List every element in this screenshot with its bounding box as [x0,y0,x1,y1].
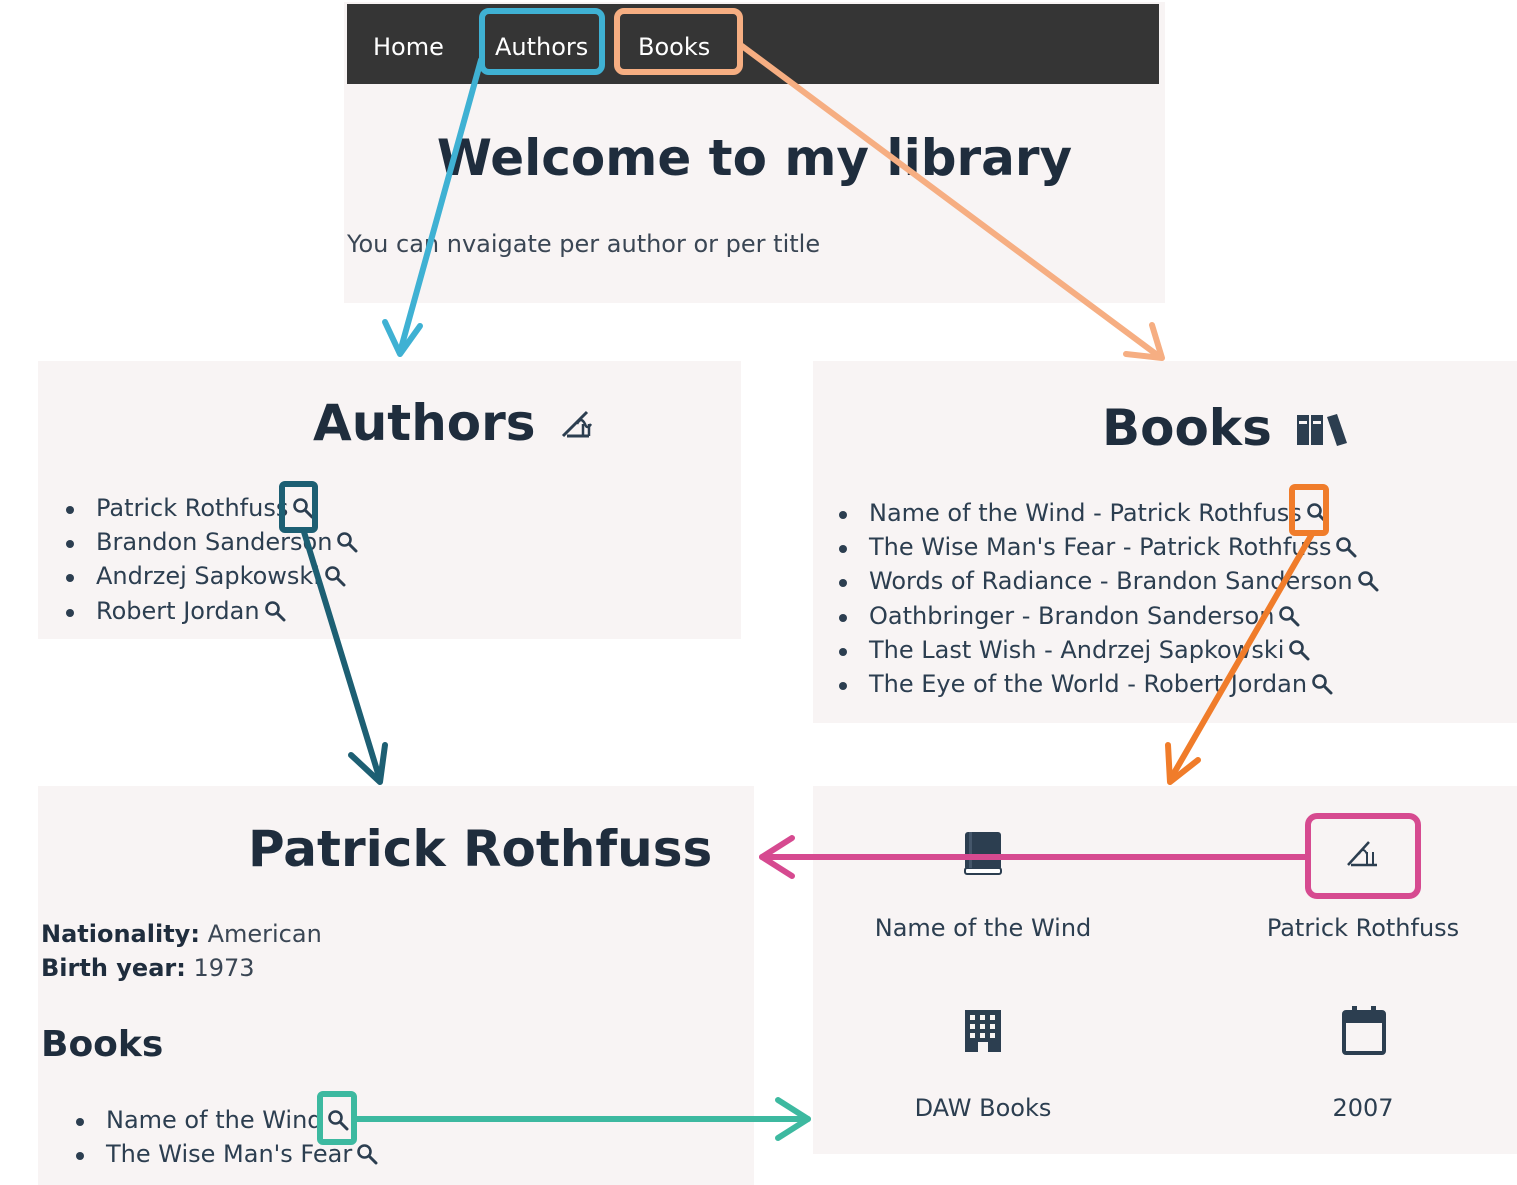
book-list-item: Words of Radiance - Brandon Sanderson [839,564,1379,598]
page-title: Welcome to my library [436,129,1073,187]
search-icon[interactable] [1311,670,1333,695]
book-icon [964,832,1002,875]
author-link-highlight [1305,813,1421,899]
book-list-item-label: Name of the Wind - Patrick Rothfuss [869,499,1302,527]
book-list-item-label: The Last Wish - Andrzej Sapkowski [869,635,1285,664]
book-year-label: 2007 [1332,1094,1394,1122]
arrow-to-book-detail-head [1165,742,1201,785]
navbar: Home Authors Books [347,4,1159,84]
author-detail-page: Patrick Rothfuss Nationality: American B… [38,786,754,1185]
home-page: Home Authors Books Welcome to my library… [344,2,1165,303]
nationality-row: Nationality: American [41,920,322,948]
arrow-author-to-book-head [775,1097,811,1141]
search-icon[interactable] [324,562,346,587]
arrow-to-author-detail-head [348,742,388,785]
author-list-item: Patrick Rothfuss [65,491,358,525]
book-title-label: Name of the Wind [874,914,1092,942]
books-icon [1297,414,1348,446]
author-list-item-label: Patrick Rothfuss [96,494,289,522]
search-icon[interactable] [1278,602,1300,627]
author-books-heading: Books [41,1024,164,1065]
search-icon[interactable] [1335,533,1357,558]
author-signature-icon [561,410,593,438]
book-publisher-label: DAW Books [914,1094,1052,1122]
nationality-label: Nationality: [41,920,200,948]
book-list-item-label: Oathbringer - Brandon Sanderson [869,601,1275,630]
search-icon[interactable] [264,597,286,622]
authors-nav-highlight [479,8,605,75]
book-search-highlight [1289,484,1329,536]
author-list-item: Robert Jordan [65,594,358,628]
author-list-item-label: Andrzej Sapkowski [96,562,320,591]
book-list-item: The Eye of the World - Robert Jordan [839,667,1379,701]
authors-title-text: Authors [313,394,536,452]
author-search-highlight [279,481,318,533]
author-list-item: Brandon Sanderson [65,525,358,559]
author-book-item-label: Name of the Wind [106,1106,323,1134]
search-icon[interactable] [1357,567,1379,592]
author-book-item-label: The Wise Man's Fear [106,1140,353,1169]
authors-list: Patrick Rothfuss Brandon Sanderson Andrzej… [65,491,358,628]
birth-year-row: Birth year: 1973 [41,954,255,982]
author-list-item: Andrzej Sapkowski [65,559,358,593]
books-page: Books Name of the Wind - Patrick Rothfus… [813,361,1517,723]
book-author-link[interactable]: Patrick Rothfuss [1193,914,1517,942]
search-icon[interactable] [356,1140,378,1165]
search-icon[interactable] [336,528,358,553]
authors-page: Authors Patrick Rothfuss Brandon Sanderso… [38,361,741,639]
author-list-item-label: Robert Jordan [96,596,260,625]
birth-year-label: Birth year: [41,954,186,982]
books-nav-highlight [614,8,743,75]
books-title-text: Books [1102,399,1272,457]
birth-year-value: 1973 [193,954,255,982]
arrow-book-to-author-head [759,835,795,879]
book-list-item: The Last Wish - Andrzej Sapkowski [839,633,1379,667]
authors-title: Authors [313,393,595,453]
book-list-item-label: Words of Radiance - Brandon Sanderson [869,567,1353,596]
search-icon[interactable] [1288,636,1310,661]
page-subtitle: You can nvaigate per author or per title [347,230,821,258]
nav-home-link[interactable]: Home [373,32,444,62]
book-list-item: Oathbringer - Brandon Sanderson [839,599,1379,633]
calendar-icon [1342,1006,1386,1055]
publisher-building-icon [965,1010,1001,1052]
arrow-to-authors-head [382,319,423,357]
nationality-value: American [207,920,322,948]
book-list-item-label: The Eye of the World - Robert Jordan [869,670,1308,699]
arrow-to-books-head [1123,322,1165,361]
author-name-title: Patrick Rothfuss [248,820,713,878]
book-link-highlight [317,1091,357,1145]
book-list-item-label: The Wise Man's Fear - Patrick Rothfuss [869,533,1332,562]
books-title: Books [1102,398,1349,458]
